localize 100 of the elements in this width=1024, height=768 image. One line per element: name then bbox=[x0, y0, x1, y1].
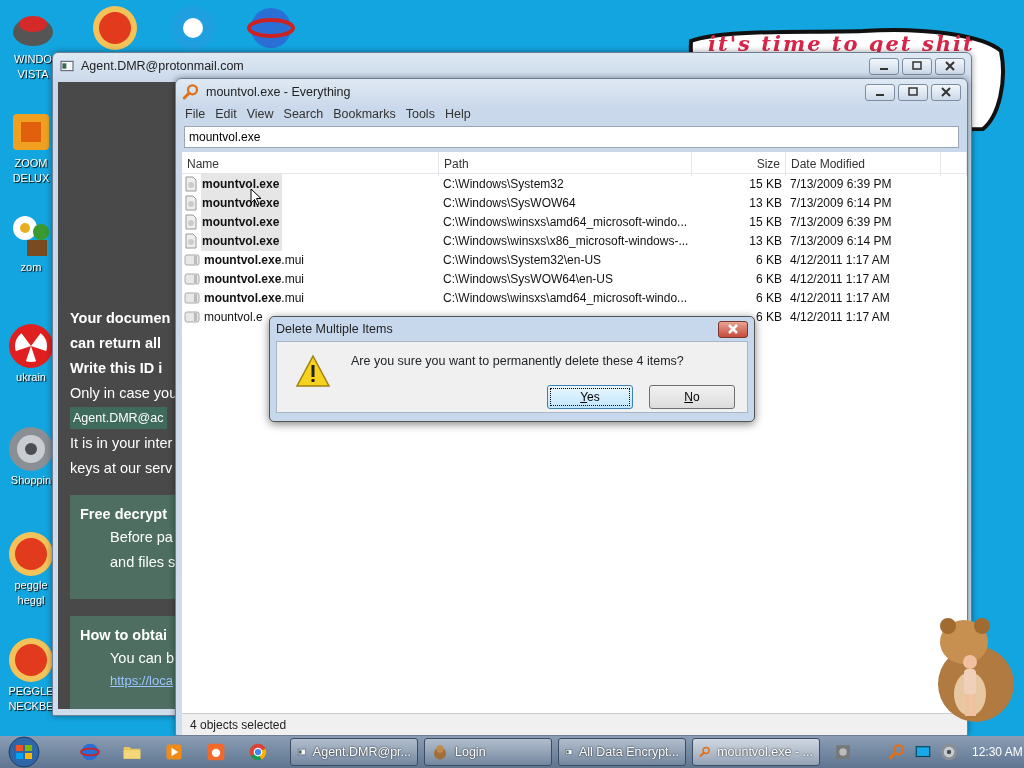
animal-icon bbox=[431, 743, 449, 761]
note-text: Write this ID i bbox=[70, 359, 164, 378]
close-icon bbox=[939, 85, 953, 99]
icon-label: ukrain bbox=[16, 370, 46, 385]
file-icon bbox=[184, 213, 198, 230]
maximize-icon bbox=[910, 59, 924, 73]
file-icon bbox=[184, 290, 200, 305]
maximize-icon bbox=[906, 85, 920, 99]
column-header[interactable]: Size bbox=[692, 151, 786, 176]
close-button[interactable] bbox=[935, 57, 965, 75]
icon-label: zom bbox=[20, 260, 42, 275]
yes-button[interactable]: Yes bbox=[547, 384, 633, 409]
no-button[interactable]: No bbox=[649, 384, 735, 409]
radiation-icon[interactable] bbox=[7, 322, 55, 370]
warning-icon bbox=[295, 354, 331, 388]
menu-item[interactable]: Search bbox=[278, 105, 329, 124]
ball-icon[interactable] bbox=[7, 636, 55, 684]
card-text: You can b bbox=[109, 649, 175, 668]
date-cell-text: 4/12/2011 1:17 AM bbox=[789, 251, 891, 269]
menu-item[interactable]: File bbox=[180, 105, 211, 124]
window-icon bbox=[59, 58, 75, 74]
column-header[interactable]: Path bbox=[439, 151, 692, 176]
date-cell-text: 4/12/2011 1:17 AM bbox=[789, 289, 891, 307]
icon-label: NECKBE bbox=[8, 699, 54, 714]
menu-item[interactable]: Edit bbox=[210, 105, 242, 124]
icon-label: peggle bbox=[14, 578, 48, 593]
minimize-icon bbox=[876, 93, 884, 96]
close-button[interactable] bbox=[931, 83, 961, 101]
path-cell-text: C:\Windows\winsxs\amd64_microsoft-windo... bbox=[442, 213, 689, 231]
file-icon bbox=[184, 175, 198, 192]
file-icon bbox=[184, 232, 198, 249]
note-text: keys at our serv bbox=[70, 459, 174, 478]
menu-item[interactable]: Bookmarks bbox=[328, 105, 401, 124]
minimize-button[interactable] bbox=[865, 83, 895, 101]
date-cell-text: 4/12/2011 1:17 AM bbox=[789, 308, 891, 326]
dialog-message: Are you sure you want to permanently delete these 4 items? bbox=[351, 353, 685, 370]
magnifier-icon bbox=[182, 83, 200, 101]
file-icon bbox=[184, 194, 198, 211]
window-title: mountvol.exe - Everything bbox=[206, 83, 351, 101]
menu-item[interactable]: View bbox=[241, 105, 279, 124]
app-icon[interactable] bbox=[834, 743, 852, 761]
note-text: can return all bbox=[70, 334, 163, 353]
dialog-title: Delete Multiple Items bbox=[276, 320, 393, 338]
path-cell-text: C:\Windows\SysWOW64 bbox=[442, 194, 577, 212]
size-cell-text: 6 KB bbox=[755, 289, 783, 307]
disc-icon[interactable] bbox=[940, 743, 958, 761]
status-text: 4 objects selected bbox=[182, 713, 967, 735]
close-icon bbox=[726, 323, 740, 335]
file-icon bbox=[184, 252, 200, 267]
close-button[interactable] bbox=[718, 320, 748, 338]
minimize-icon bbox=[880, 67, 888, 70]
maximize-button[interactable] bbox=[898, 83, 928, 101]
icon-label: Shoppin bbox=[10, 473, 52, 488]
icon-label: heggl bbox=[17, 593, 45, 608]
path-cell-text: C:\Windows\winsxs\amd64_microsoft-windo... bbox=[442, 289, 689, 307]
window-title: Agent.DMR@protonmail.com bbox=[81, 57, 244, 75]
card-title: Free decrypt bbox=[80, 505, 169, 524]
clock: 12:30 AM bbox=[972, 744, 1023, 761]
icon-label: ZOOM bbox=[14, 156, 48, 171]
file-name[interactable]: mountvol.exe.mui bbox=[203, 287, 308, 308]
date-cell-text: 4/12/2011 1:17 AM bbox=[789, 270, 891, 288]
disc-icon[interactable] bbox=[7, 425, 55, 473]
ball-icon[interactable] bbox=[91, 4, 139, 52]
card-text: Before pa bbox=[109, 528, 174, 547]
column-header[interactable]: Date Modified bbox=[786, 151, 941, 176]
menu-item[interactable]: Help bbox=[439, 105, 476, 124]
email-address: Agent.DMR@ac bbox=[70, 407, 167, 429]
file-icon bbox=[184, 271, 200, 286]
menu-item[interactable]: Tools bbox=[400, 105, 440, 124]
note-text: Your documen bbox=[70, 309, 172, 328]
search-field[interactable]: mountvol.exe bbox=[184, 125, 959, 148]
date-cell-text: 7/13/2009 6:14 PM bbox=[789, 194, 893, 212]
icon-label: WINDO bbox=[14, 52, 52, 67]
date-cell-text: 7/13/2009 6:39 PM bbox=[789, 175, 893, 193]
play-icon[interactable] bbox=[164, 742, 184, 762]
size-cell-text: 6 KB bbox=[755, 270, 783, 288]
size-cell-text: 15 KB bbox=[748, 175, 783, 193]
icon-label: DELUX bbox=[12, 171, 50, 186]
icon-label: PEGGLE bbox=[8, 684, 54, 699]
note-text: It is in your inter bbox=[70, 434, 174, 453]
close-icon bbox=[943, 59, 957, 73]
minimize-button[interactable] bbox=[869, 57, 899, 75]
file-icon bbox=[184, 309, 200, 324]
size-cell-text: 13 KB bbox=[748, 194, 783, 212]
wheel-icon[interactable] bbox=[248, 742, 268, 762]
icon-label: VISTA bbox=[17, 67, 49, 82]
card-text: and files s bbox=[109, 553, 177, 572]
date-cell-text: 7/13/2009 6:14 PM bbox=[789, 232, 893, 250]
size-cell-text: 6 KB bbox=[755, 308, 783, 326]
file-name[interactable]: mountvol.exe bbox=[201, 211, 283, 232]
file-name[interactable]: mountvol.exe.mui bbox=[203, 249, 308, 270]
maximize-button[interactable] bbox=[902, 57, 932, 75]
globe-icon[interactable] bbox=[80, 742, 100, 762]
ball-icon[interactable] bbox=[7, 530, 55, 578]
circle-icon[interactable] bbox=[169, 4, 217, 52]
size-cell-text: 6 KB bbox=[755, 251, 783, 269]
file-name[interactable]: mountvol.exe.mui bbox=[203, 268, 308, 289]
path-cell-text: C:\Windows\System32 bbox=[442, 175, 565, 193]
file-name[interactable]: mountvol.exe bbox=[201, 230, 283, 251]
file-name[interactable]: mountvol.e bbox=[203, 306, 266, 327]
